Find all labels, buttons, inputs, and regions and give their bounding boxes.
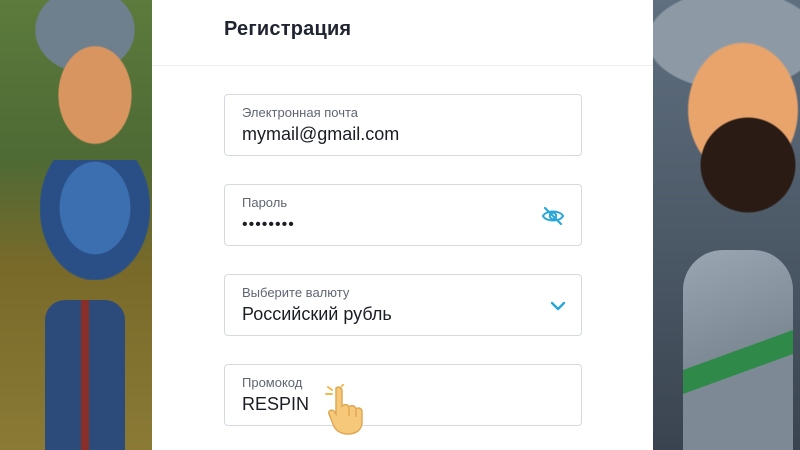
panel-header: Регистрация — [152, 0, 653, 66]
pointing-hand-icon — [322, 382, 374, 436]
email-label: Электронная почта — [242, 105, 359, 120]
password-value[interactable]: •••••••• — [242, 216, 295, 234]
eye-off-icon[interactable] — [541, 204, 565, 228]
password-label: Пароль — [242, 195, 288, 210]
page-title: Регистрация — [224, 18, 352, 40]
currency-label: Выберите валюту — [242, 285, 350, 300]
promo-field[interactable]: Промокод RESPIN — [224, 364, 582, 426]
email-field[interactable]: Электронная почта mymail@gmail.com — [224, 94, 582, 156]
registration-panel: Регистрация Электронная почта mymail@gma… — [152, 0, 653, 450]
background-art-right — [653, 0, 800, 450]
promo-value[interactable]: RESPIN — [242, 394, 309, 415]
currency-value[interactable]: Российский рубль — [242, 304, 392, 325]
currency-select[interactable]: Выберите валюту Российский рубль — [224, 274, 582, 336]
chevron-down-icon[interactable] — [549, 297, 567, 315]
promo-label: Промокод — [242, 375, 303, 390]
background-art-left — [0, 0, 152, 450]
email-value[interactable]: mymail@gmail.com — [242, 124, 399, 145]
password-field[interactable]: Пароль •••••••• — [224, 184, 582, 246]
